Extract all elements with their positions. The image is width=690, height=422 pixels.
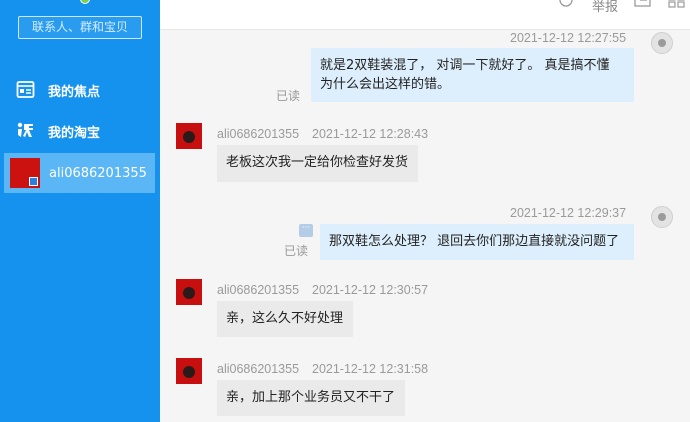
history-icon[interactable] bbox=[558, 0, 576, 10]
user-avatar[interactable] bbox=[651, 32, 673, 54]
shop-avatar[interactable] bbox=[176, 358, 202, 384]
report-button[interactable]: 举报 bbox=[592, 0, 618, 15]
message-text: 那双鞋怎么处理？ 退回去你们那边直接就没问题了 bbox=[329, 234, 620, 249]
message-bubble-incoming[interactable]: 老板这次我一定给你检查好发货 bbox=[217, 145, 418, 182]
sender-name: ali0686201355 bbox=[217, 362, 300, 376]
message-bubble-incoming[interactable]: 亲，加上那个业务员又不干了 bbox=[217, 380, 405, 416]
exit-icon[interactable] bbox=[634, 0, 652, 10]
message-text: 亲，这么久不好处理 bbox=[226, 311, 344, 326]
chat-message-area[interactable]: 2021-12-12 12:27:55 就是2双鞋装混了， 对调一下就好了。 真… bbox=[160, 30, 690, 422]
sender-name: ali0686201355 bbox=[217, 283, 300, 297]
sidebar-item-contact[interactable]: ali0686201355 bbox=[4, 153, 155, 193]
sidebar: 联系人、群和宝贝 我的焦点 我的淘宝 ali0686201355 bbox=[0, 0, 160, 422]
message-timestamp: 2021-12-12 12:29:37 bbox=[510, 206, 627, 220]
sidebar-item-taobao[interactable]: 我的淘宝 bbox=[0, 111, 160, 151]
message-timestamp: 2021-12-12 12:28:43 bbox=[312, 127, 429, 141]
message-text: 老板这次我一定给你检查好发货 bbox=[226, 155, 409, 170]
sidebar-item-focus[interactable]: 我的焦点 bbox=[0, 70, 160, 110]
message-timestamp: 2021-12-12 12:27:55 bbox=[510, 31, 627, 45]
shop-avatar[interactable] bbox=[176, 123, 202, 149]
message-timestamp: 2021-12-12 12:30:57 bbox=[312, 283, 429, 297]
shop-avatar[interactable] bbox=[176, 279, 202, 305]
shop-avatar bbox=[10, 158, 40, 188]
sidebar-item-label: ali0686201355 bbox=[49, 165, 147, 181]
apps-grid-icon[interactable] bbox=[668, 0, 686, 10]
message-text-line: 为什么会出这样的错。 bbox=[320, 77, 451, 92]
message-text: 亲，加上那个业务员又不干了 bbox=[226, 390, 396, 405]
sidebar-item-label: 我的淘宝 bbox=[48, 125, 101, 141]
message-text-line: 就是2双鞋装混了， 对调一下就好了。 真是搞不懂 bbox=[320, 58, 610, 73]
message-bubble-incoming[interactable]: 亲，这么久不好处理 bbox=[217, 301, 353, 337]
pc-online-icon bbox=[29, 177, 38, 186]
message-bubble-outgoing[interactable]: 那双鞋怎么处理？ 退回去你们那边直接就没问题了 bbox=[320, 224, 634, 260]
sender-name: ali0686201355 bbox=[217, 127, 300, 141]
message-bubble-outgoing[interactable]: 就是2双鞋装混了， 对调一下就好了。 真是搞不懂 为什么会出这样的错。 bbox=[311, 48, 634, 102]
message-timestamp: 2021-12-12 12:31:58 bbox=[312, 362, 429, 376]
taobao-logo-icon bbox=[17, 122, 33, 137]
more-options-icon[interactable]: ··· bbox=[299, 224, 313, 237]
focus-card-icon bbox=[16, 81, 35, 98]
sidebar-item-label: 我的焦点 bbox=[48, 84, 101, 100]
read-status: 已读 bbox=[276, 89, 301, 103]
read-status: 已读 bbox=[284, 244, 309, 258]
user-avatar[interactable] bbox=[651, 206, 673, 228]
chat-toolbar: 举报 bbox=[160, 0, 690, 30]
online-status-icon bbox=[80, 0, 90, 4]
search-input[interactable]: 联系人、群和宝贝 bbox=[18, 16, 142, 39]
